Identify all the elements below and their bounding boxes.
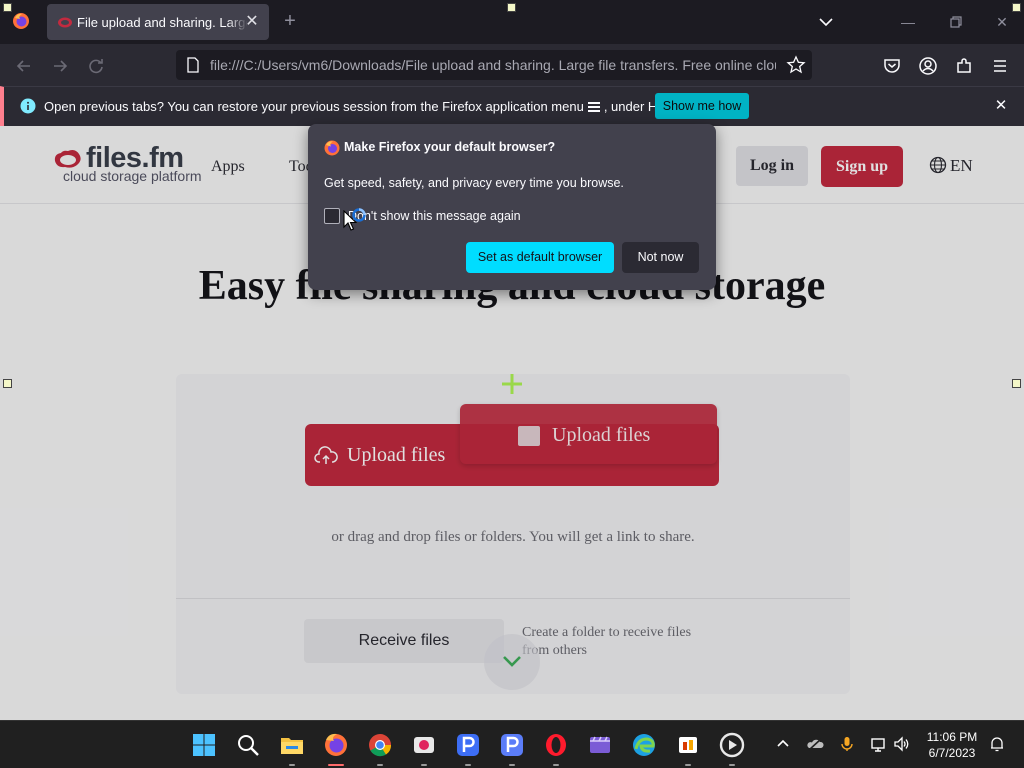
show-hidden-icons-icon[interactable] xyxy=(774,735,792,753)
bookmark-star-icon[interactable] xyxy=(786,55,806,75)
back-icon[interactable] xyxy=(13,55,35,77)
close-window-icon[interactable]: ✕ xyxy=(992,12,1012,32)
receive-files-description: Create a folder to receive files from ot… xyxy=(522,625,692,658)
extensions-icon[interactable] xyxy=(953,55,975,77)
globe-icon xyxy=(929,156,947,174)
firefox-icon[interactable] xyxy=(322,731,350,759)
tab-title: File upload and sharing. Large file tran… xyxy=(77,15,247,30)
minimize-icon[interactable]: — xyxy=(898,12,918,32)
page-icon xyxy=(187,57,199,73)
screen-recorder-icon[interactable] xyxy=(410,731,438,759)
close-notification-icon[interactable]: ✕ xyxy=(992,97,1010,115)
url-text: file:///C:/Users/vm6/Downloads/File uplo… xyxy=(210,57,776,73)
default-browser-dialog: Make Firefox your default browser? Get s… xyxy=(308,124,716,290)
mouse-cursor-icon xyxy=(343,210,357,231)
list-all-tabs-icon[interactable] xyxy=(816,12,836,32)
dont-show-again-label[interactable]: Don't show this message again xyxy=(348,209,521,223)
scroll-down-button[interactable] xyxy=(484,634,540,690)
network-icon[interactable] xyxy=(870,735,888,753)
account-icon[interactable] xyxy=(917,55,939,77)
reload-icon[interactable] xyxy=(85,55,107,77)
hamburger-menu-icon xyxy=(587,102,600,112)
opera-icon[interactable] xyxy=(542,731,570,759)
chevron-down-icon xyxy=(503,656,521,667)
app-p2-icon[interactable] xyxy=(498,731,526,759)
app-menu-icon[interactable] xyxy=(989,55,1011,77)
upload-files-label: Upload files xyxy=(347,444,446,466)
start-icon[interactable] xyxy=(190,731,218,759)
chrome-icon[interactable] xyxy=(366,731,394,759)
volume-icon[interactable] xyxy=(893,735,911,753)
selection-handle xyxy=(1012,3,1021,12)
not-now-button[interactable]: Not now xyxy=(622,242,699,273)
media-player-icon[interactable] xyxy=(718,731,746,759)
favicon-icon xyxy=(58,17,72,28)
new-tab-icon[interactable]: + xyxy=(280,11,300,31)
office-icon[interactable] xyxy=(674,731,702,759)
forward-icon[interactable] xyxy=(49,55,71,77)
edge-icon[interactable] xyxy=(630,731,658,759)
restore-icon[interactable] xyxy=(946,12,966,32)
crosshair-icon xyxy=(502,374,522,394)
drop-hint-text: or drag and drop files or folders. You w… xyxy=(331,529,695,545)
selection-handle xyxy=(1012,379,1021,388)
session-restore-notification: Open previous tabs? You can restore your… xyxy=(0,86,1024,126)
system-clock[interactable]: 11:06 PM 6/7/2023 xyxy=(920,729,984,761)
firefox-menu-icon[interactable] xyxy=(12,12,30,30)
logo-tagline: cloud storage platform xyxy=(63,168,202,184)
drag-image-icon xyxy=(518,426,540,446)
clock-date: 6/7/2023 xyxy=(928,746,976,760)
upload-card: Upload files Upload files or drag and dr… xyxy=(176,374,850,694)
selection-handle xyxy=(507,3,516,12)
firefox-icon xyxy=(324,140,340,156)
onedrive-icon[interactable] xyxy=(806,735,824,753)
url-bar[interactable]: file:///C:/Users/vm6/Downloads/File uplo… xyxy=(176,50,812,80)
app-p-icon[interactable] xyxy=(454,731,482,759)
notifications-icon[interactable] xyxy=(988,735,1006,753)
receive-files-button[interactable]: Receive files xyxy=(304,619,504,663)
nav-apps[interactable]: Apps xyxy=(211,158,245,176)
divider xyxy=(176,598,850,599)
drag-preview: Upload files xyxy=(460,404,717,464)
set-default-browser-button[interactable]: Set as default browser xyxy=(466,242,614,273)
clock-time: 11:06 PM xyxy=(926,730,978,744)
file-explorer-icon[interactable] xyxy=(278,731,306,759)
search-icon[interactable] xyxy=(234,731,262,759)
pocket-icon[interactable] xyxy=(881,55,903,77)
info-icon xyxy=(20,98,36,114)
navigation-toolbar: file:///C:/Users/vm6/Downloads/File uplo… xyxy=(0,44,1024,86)
login-button[interactable]: Log in xyxy=(736,146,808,186)
dialog-title: Make Firefox your default browser? xyxy=(344,140,556,154)
signup-button[interactable]: Sign up xyxy=(821,146,903,187)
selection-handle xyxy=(3,379,12,388)
drag-preview-label: Upload files xyxy=(552,424,651,446)
language-label: EN xyxy=(950,156,973,175)
dont-show-again-checkbox[interactable] xyxy=(324,208,340,224)
notification-text: Open previous tabs? You can restore your… xyxy=(44,99,691,114)
cloud-upload-icon xyxy=(314,446,338,464)
tab-close-icon[interactable]: ✕ xyxy=(243,13,261,31)
selection-handle xyxy=(3,3,12,12)
language-selector[interactable]: EN xyxy=(929,156,973,176)
microphone-icon[interactable] xyxy=(838,735,856,753)
video-editor-icon[interactable] xyxy=(586,731,614,759)
taskbar: 11:06 PM 6/7/2023 xyxy=(0,720,1024,768)
show-me-how-button[interactable]: Show me how xyxy=(655,93,749,119)
dialog-body: Get speed, safety, and privacy every tim… xyxy=(324,176,624,190)
tab-active[interactable]: File upload and sharing. Large file tran… xyxy=(47,4,269,40)
